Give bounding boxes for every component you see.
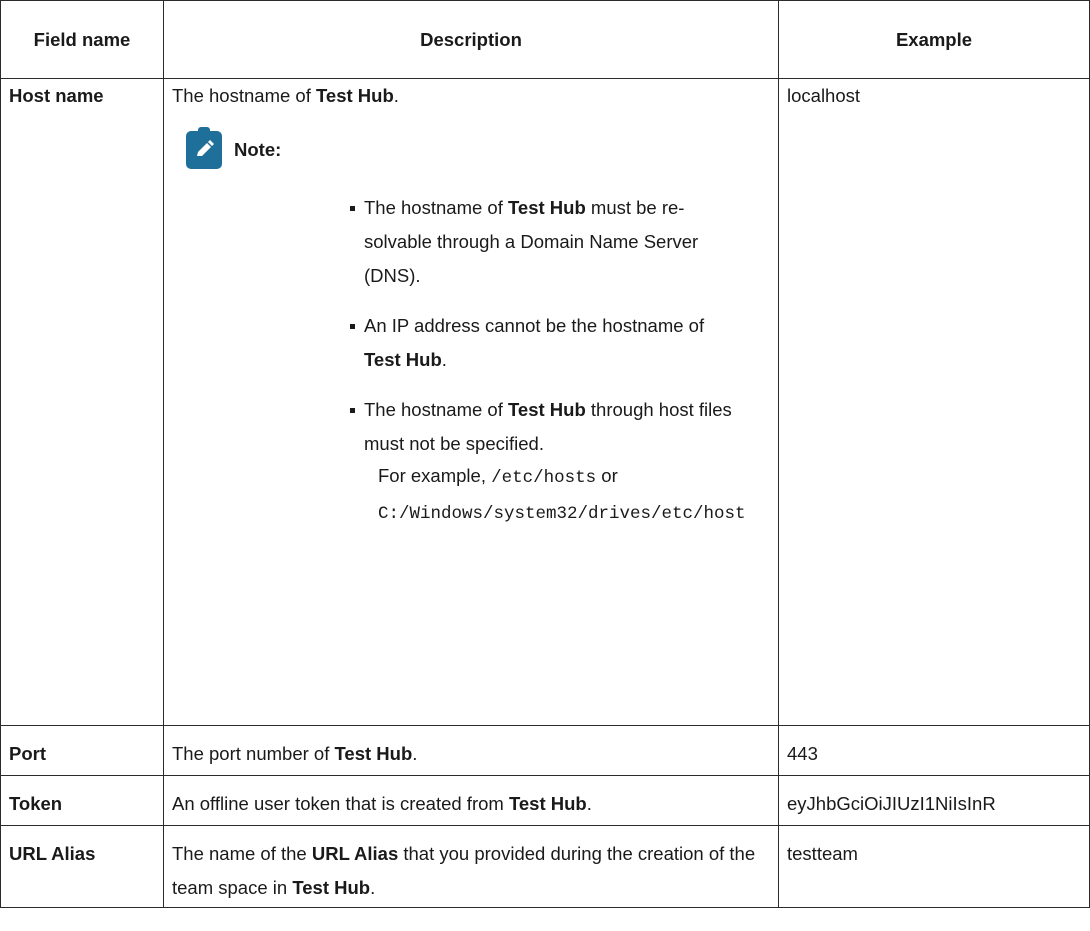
table-row-token: Token An offline user token that is crea…	[0, 775, 1090, 826]
desc-bold-2: Test Hub	[292, 877, 371, 898]
table-row-port: Port The port number of Test Hub. 443	[0, 725, 1090, 776]
example-host-name: localhost	[778, 78, 1090, 726]
or-text: or	[596, 465, 618, 486]
desc-text: The hostname of	[172, 85, 316, 106]
note-item: The hostname of Test Hub through host fi…	[350, 393, 746, 531]
table-row-host-name: Host name The hostname of Test Hub. Note…	[0, 78, 1090, 726]
example-paragraph: For example, /etc/hosts or C:/Windows/sy…	[364, 459, 746, 531]
code-path-linux: /etc/hosts	[491, 468, 597, 488]
desc-text: The name of the	[172, 843, 312, 864]
note-text-end: .	[441, 349, 447, 370]
pencil-note-icon	[186, 127, 222, 169]
desc-text-end: .	[393, 85, 399, 106]
note-list: The hostname of Test Hub must be re-solv…	[172, 191, 770, 531]
note-text: An IP address cannot be the hostname of	[364, 315, 705, 336]
desc-host-name: The hostname of Test Hub. Note: The host…	[163, 78, 779, 726]
header-example: Example	[778, 0, 1090, 79]
note-item: An IP address cannot be the hostname of …	[350, 309, 742, 377]
field-url-alias: URL Alias	[0, 825, 164, 908]
field-table-page: Field name Description Example Host name…	[0, 0, 1090, 931]
desc-bold: Test Hub	[315, 85, 394, 106]
desc-bold: Test Hub	[508, 793, 587, 814]
header-description: Description	[163, 0, 779, 79]
desc-bold: URL Alias	[311, 843, 399, 864]
example-url-alias: testteam	[778, 825, 1090, 908]
desc-text-end: .	[412, 743, 418, 764]
note-bold: Test Hub	[364, 349, 442, 370]
note-text: The hostname of	[364, 399, 508, 420]
field-host-name: Host name	[0, 78, 164, 726]
desc-text-end: .	[586, 793, 592, 814]
example-port: 443	[778, 725, 1090, 776]
field-port: Port	[0, 725, 164, 776]
desc-text-end: .	[370, 877, 376, 898]
header-field-name: Field name	[0, 0, 164, 79]
host-description: The hostname of Test Hub.	[172, 79, 770, 113]
note-header: Note:	[186, 127, 770, 169]
desc-text: An offline user token that is created fr…	[172, 793, 509, 814]
table-row-url-alias: URL Alias The name of the URL Alias that…	[0, 825, 1090, 908]
code-path-windows: C:/Windows/system32/drives/etc/host	[378, 504, 746, 524]
desc-token: An offline user token that is created fr…	[163, 775, 779, 826]
note-bold: Test Hub	[507, 399, 586, 420]
note-bold: Test Hub	[507, 197, 586, 218]
note-label: Note:	[234, 139, 282, 160]
field-token: Token	[0, 775, 164, 826]
example-label: For example,	[378, 465, 492, 486]
note-text: The hostname of	[364, 197, 508, 218]
desc-bold: Test Hub	[334, 743, 413, 764]
note-item: The hostname of Test Hub must be re-solv…	[350, 191, 742, 293]
table-header-row: Field name Description Example	[0, 0, 1090, 79]
example-token: eyJhbGciOiJIUzI1NiIsInR	[778, 775, 1090, 826]
desc-port: The port number of Test Hub.	[163, 725, 779, 776]
fields-table: Field name Description Example Host name…	[0, 0, 1090, 908]
desc-url-alias: The name of the URL Alias that you provi…	[163, 825, 779, 908]
desc-text: The port number of	[172, 743, 335, 764]
pencil-icon	[197, 140, 214, 156]
